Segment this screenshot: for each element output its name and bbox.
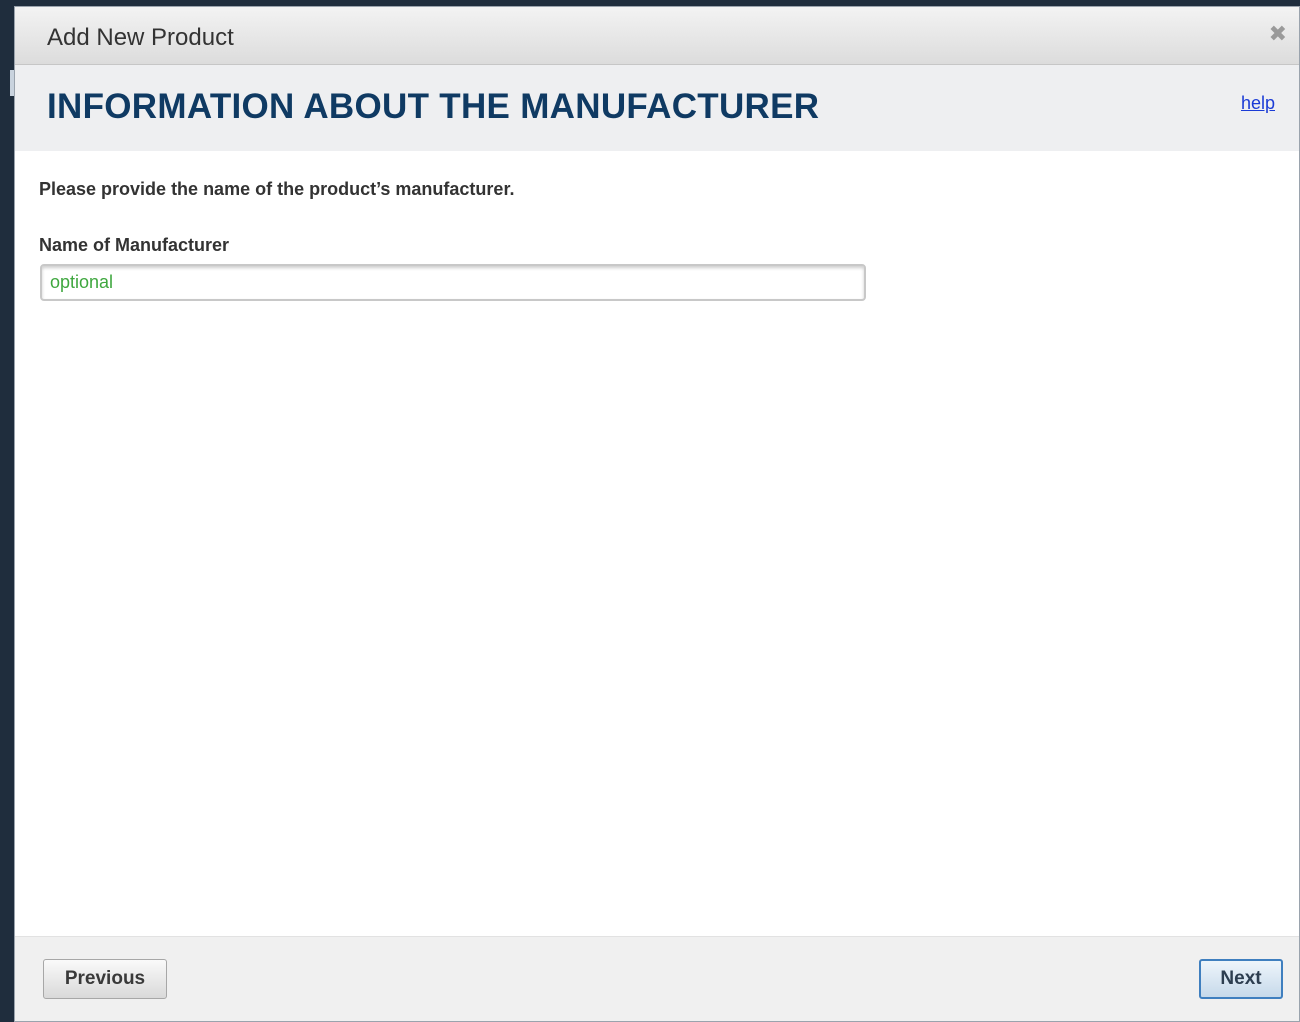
previous-button[interactable]: Previous bbox=[43, 959, 167, 999]
manufacturer-name-input[interactable] bbox=[40, 264, 866, 301]
manufacturer-label: Name of Manufacturer bbox=[39, 235, 230, 255]
step-heading: INFORMATION ABOUT THE MANUFACTURER bbox=[47, 87, 820, 126]
dialog-titlebar: Add New Product ✖ bbox=[15, 7, 1299, 65]
step-header: INFORMATION ABOUT THE MANUFACTURER help bbox=[15, 65, 1299, 151]
next-button[interactable]: Next bbox=[1199, 959, 1283, 999]
dialog-title: Add New Product bbox=[47, 24, 234, 51]
form-content: Please provide the name of the product’s… bbox=[15, 151, 1299, 937]
help-link[interactable]: help bbox=[1241, 93, 1275, 114]
background-page bbox=[0, 0, 14, 1022]
close-icon[interactable]: ✖ bbox=[1269, 23, 1287, 45]
instructions-text: Please provide the name of the product’s… bbox=[39, 179, 515, 199]
add-product-dialog: Add New Product ✖ INFORMATION ABOUT THE … bbox=[14, 6, 1300, 1022]
dialog-footer: Previous Next bbox=[15, 936, 1299, 1021]
